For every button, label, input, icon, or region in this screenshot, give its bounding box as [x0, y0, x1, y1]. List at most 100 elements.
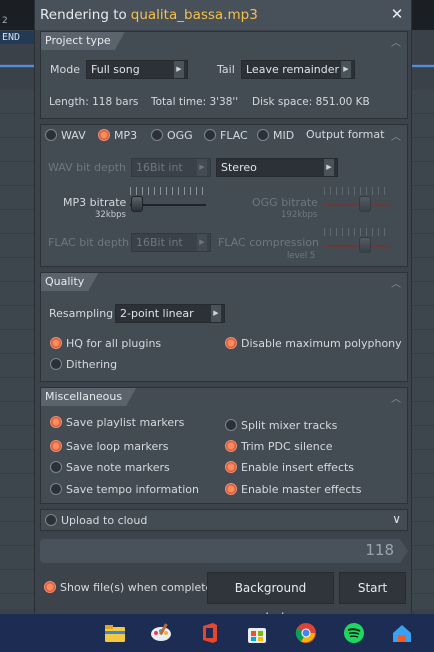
- hq-plugins-checkbox[interactable]: [50, 337, 62, 349]
- spotify-icon[interactable]: [343, 622, 365, 644]
- collapse-chevron-icon[interactable]: ︿: [391, 128, 401, 143]
- ogg-bitrate-slider[interactable]: [359, 196, 371, 212]
- length-info: Length: 118 bars: [49, 96, 139, 108]
- format-radio-mp3[interactable]: [98, 129, 110, 141]
- save-playlist-markers-label: Save playlist markers: [66, 416, 185, 429]
- trim-pdc-checkbox[interactable]: [225, 440, 237, 452]
- mp3-bitrate-value: 32kbps: [95, 210, 126, 220]
- mode-dropdown[interactable]: Full song ▶: [86, 60, 188, 79]
- collapse-chevron-icon[interactable]: ︿: [391, 275, 401, 290]
- output-format-header: Output format: [306, 128, 385, 141]
- tail-value: Leave remainder: [246, 63, 340, 76]
- wav-bit-depth-dropdown[interactable]: 16Bit int ▶: [131, 158, 211, 177]
- ogg-bitrate-value: 192kbps: [281, 210, 318, 220]
- mp3-bitrate-slider[interactable]: [131, 196, 143, 212]
- disk-space-info: Disk space: 851.00 KB: [252, 96, 370, 108]
- chrome-icon[interactable]: [295, 622, 317, 644]
- flac-bit-depth-label: FLAC bit depth: [48, 236, 130, 249]
- disable-polyphony-label: Disable maximum polyphony: [241, 337, 402, 350]
- waveform-left: [0, 58, 34, 74]
- end-marker: END: [0, 31, 34, 44]
- save-note-markers-label: Save note markers: [66, 461, 170, 474]
- dialog-title-filename: qualita_bassa.mp3: [130, 7, 258, 23]
- store-icon[interactable]: [246, 622, 268, 644]
- format-label-ogg: OGG: [167, 129, 193, 142]
- format-radio-ogg[interactable]: [151, 129, 163, 141]
- split-mixer-checkbox[interactable]: [225, 419, 237, 431]
- flac-compression-value: level 5: [287, 251, 316, 261]
- render-dialog: Rendering to qualita_bassa.mp3 ✕ Project…: [34, 0, 412, 625]
- misc-header: Miscellaneous: [41, 388, 136, 406]
- background-playlist-right: [412, 0, 434, 614]
- insert-effects-checkbox[interactable]: [225, 461, 237, 473]
- home-icon[interactable]: [391, 622, 413, 644]
- save-note-markers-checkbox[interactable]: [50, 461, 62, 473]
- disable-polyphony-checkbox[interactable]: [225, 337, 237, 349]
- dropdown-arrow-icon: ▶: [341, 61, 351, 78]
- dialog-titlebar[interactable]: Rendering to qualita_bassa.mp3 ✕: [35, 0, 411, 30]
- save-tempo-checkbox[interactable]: [50, 483, 62, 495]
- flac-bit-depth-dropdown[interactable]: 16Bit int ▶: [131, 233, 211, 252]
- show-files-checkbox[interactable]: [44, 581, 56, 593]
- misc-panel: Miscellaneous ︿ Save playlist markers Sa…: [40, 387, 408, 504]
- render-progress-bar: 118: [40, 539, 408, 563]
- resampling-label: Resampling: [49, 307, 114, 320]
- channels-dropdown[interactable]: Stereo ▶: [216, 158, 338, 177]
- office-icon[interactable]: [199, 622, 221, 644]
- background-rendering-button[interactable]: Background rendering: [207, 572, 334, 625]
- save-playlist-markers-checkbox[interactable]: [50, 416, 62, 428]
- progress-value: 118: [365, 541, 394, 559]
- dropdown-arrow-icon: ▶: [197, 234, 207, 251]
- flac-compression-ticks: [324, 228, 390, 236]
- flac-compression-track: [324, 245, 390, 247]
- resampling-value: 2-point linear: [120, 307, 194, 320]
- file-explorer-icon[interactable]: [104, 622, 126, 644]
- timeline-strip-right: [412, 0, 434, 30]
- mode-value: Full song: [91, 63, 140, 76]
- channels-value: Stereo: [221, 161, 257, 174]
- paint-icon[interactable]: [150, 622, 172, 644]
- wav-bit-depth-label: WAV bit depth: [48, 161, 126, 174]
- hq-plugins-label: HQ for all plugins: [66, 337, 162, 350]
- ogg-bitrate-label: OGG bitrate: [252, 196, 318, 209]
- ogg-bitrate-ticks: [324, 187, 390, 195]
- resampling-dropdown[interactable]: 2-point linear ▶: [115, 304, 225, 323]
- taskbar: [0, 614, 434, 652]
- format-label-wav: WAV: [61, 129, 86, 142]
- mp3-bitrate-ticks: [130, 187, 206, 195]
- playlist-rows-right: [412, 90, 434, 610]
- project-type-panel: Project type ︿ Mode Full song ▶ Tail Lea…: [40, 31, 408, 119]
- master-effects-checkbox[interactable]: [225, 483, 237, 495]
- quality-header: Quality: [41, 273, 98, 291]
- start-button[interactable]: Start: [339, 572, 406, 604]
- flac-compression-label: FLAC compression: [218, 236, 319, 249]
- save-loop-markers-label: Save loop markers: [66, 440, 169, 453]
- format-radio-flac[interactable]: [204, 129, 216, 141]
- flac-compression-slider[interactable]: [359, 237, 371, 253]
- tail-label: Tail: [217, 63, 235, 76]
- ogg-bitrate-track: [324, 204, 390, 206]
- format-radio-mid[interactable]: [257, 129, 269, 141]
- format-radio-wav[interactable]: [45, 129, 57, 141]
- format-label-flac: FLAC: [220, 129, 248, 142]
- show-files-label: Show file(s) when complete: [60, 581, 213, 594]
- format-label-mp3: MP3: [114, 129, 138, 142]
- dropdown-arrow-icon: ▶: [174, 61, 184, 78]
- waveform-right: [412, 58, 434, 74]
- mode-label: Mode: [50, 63, 80, 76]
- insert-effects-label: Enable insert effects: [241, 461, 355, 474]
- save-loop-markers-checkbox[interactable]: [50, 440, 62, 452]
- mp3-bitrate-label: MP3 bitrate: [63, 196, 127, 209]
- upload-cloud-checkbox[interactable]: [45, 514, 57, 526]
- collapse-chevron-icon[interactable]: ︿: [391, 34, 401, 49]
- quality-panel: Quality ︿ Resampling 2-point linear ▶ HQ…: [40, 272, 408, 382]
- tail-dropdown[interactable]: Leave remainder ▶: [241, 60, 355, 79]
- format-label-mid: MID: [273, 129, 295, 142]
- collapse-chevron-icon[interactable]: ︿: [391, 390, 401, 405]
- dithering-checkbox[interactable]: [50, 358, 62, 370]
- upload-cloud-panel: Upload to cloud ∨: [40, 509, 408, 531]
- close-icon[interactable]: ✕: [389, 6, 405, 22]
- expand-chevron-icon[interactable]: ∨: [392, 512, 401, 526]
- wav-bit-depth-value: 16Bit int: [136, 161, 183, 174]
- total-time-info: Total time: 3'38'': [151, 96, 239, 108]
